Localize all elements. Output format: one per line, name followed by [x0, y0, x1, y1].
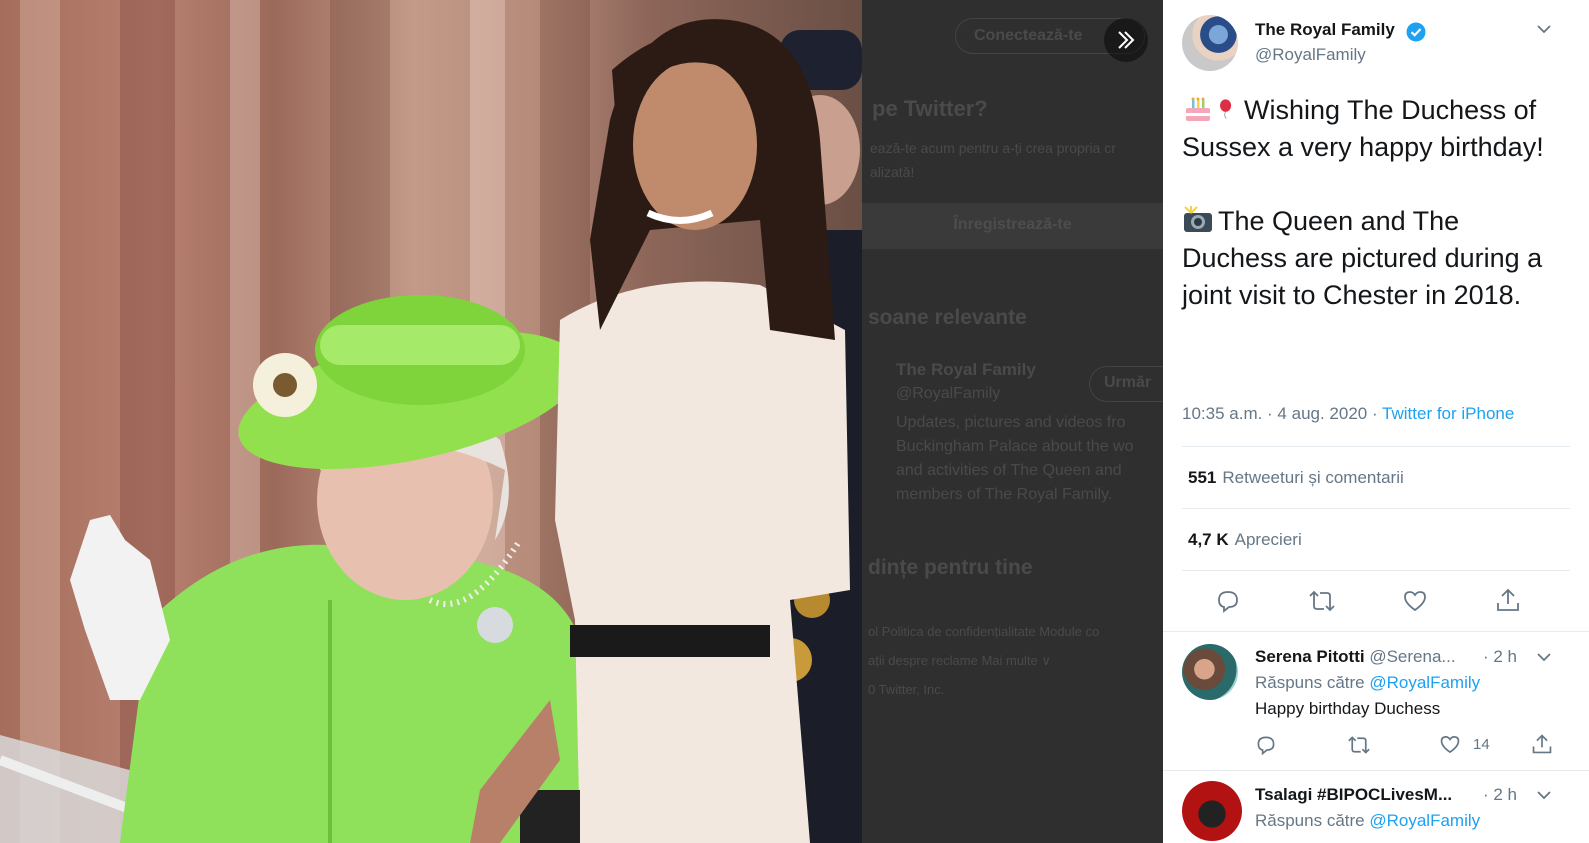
- relevant-people-heading: soane relevante: [868, 306, 1027, 329]
- signup-blurb-1: ează-te acum pentru a-ți crea propria cr: [870, 140, 1116, 156]
- reply-to: Răspuns către @RoyalFamily: [1255, 673, 1480, 693]
- reply-to-handle[interactable]: @RoyalFamily: [1369, 673, 1480, 692]
- reply-author-name[interactable]: Tsalagi #BIPOCLivesM...: [1255, 785, 1452, 805]
- reply-to-label: Răspuns către: [1255, 673, 1365, 692]
- footer-links-1[interactable]: ol Politica de confidențialitate Module …: [868, 624, 1099, 639]
- tweet-text: Wishing The Duchess of Sussex a very hap…: [1182, 92, 1567, 314]
- retweet-icon[interactable]: [1347, 734, 1371, 756]
- bio-line-4: members of The Royal Family.: [896, 486, 1113, 503]
- reply-to-label: Răspuns către: [1255, 811, 1365, 830]
- reply-avatar[interactable]: [1182, 781, 1242, 841]
- reply-to: Răspuns către @RoyalFamily: [1255, 811, 1480, 831]
- bio-line-2: Buckingham Palace about the wo: [896, 438, 1134, 455]
- tweet-meta: 10:35 a.m. · 4 aug. 2020 · Twitter for i…: [1182, 404, 1514, 424]
- reply-item[interactable]: Tsalagi #BIPOCLivesM... · 2 h Răspuns că…: [1163, 771, 1589, 843]
- reply-to-handle[interactable]: @RoyalFamily: [1369, 811, 1480, 830]
- balloon-icon: [1220, 99, 1232, 119]
- suggested-account-name[interactable]: The Royal Family: [896, 360, 1036, 380]
- like-heart-icon[interactable]: [1439, 734, 1461, 755]
- share-icon[interactable]: [1495, 587, 1521, 613]
- chevron-down-icon[interactable]: [1535, 22, 1553, 36]
- tweet-message-photo: The Queen and The Duchess are pictured d…: [1182, 206, 1543, 310]
- tweet-timestamp[interactable]: 10:35 a.m. · 4 aug. 2020 ·: [1182, 404, 1382, 423]
- reply-author-name[interactable]: Serena Pitotti @Serena...: [1255, 647, 1456, 667]
- tweet-detail-panel: The Royal Family @RoyalFamily Wishing Th…: [1163, 0, 1589, 843]
- verified-badge-icon: [1406, 22, 1426, 42]
- reply-item[interactable]: Serena Pitotti @Serena... · 2 h Răspuns …: [1163, 632, 1589, 770]
- like-heart-icon[interactable]: [1402, 589, 1428, 613]
- signup-button[interactable]: Înregistrează-te: [862, 203, 1163, 249]
- author-avatar[interactable]: [1182, 15, 1238, 71]
- retweet-icon[interactable]: [1308, 588, 1336, 614]
- divider: [1182, 570, 1570, 571]
- bio-line-3: and activities of The Queen and: [896, 462, 1122, 479]
- new-to-twitter-heading: pe Twitter?: [872, 96, 988, 121]
- reply-author-name-text: Serena Pitotti: [1255, 647, 1365, 666]
- likes-label: Aprecieri: [1234, 530, 1302, 549]
- reply-avatar[interactable]: [1182, 644, 1238, 700]
- photo-figures: [0, 19, 862, 843]
- signup-blurb-2: alizată!: [870, 164, 915, 180]
- likes-stat[interactable]: 4,7 K Aprecieri: [1188, 530, 1302, 550]
- next-media-button[interactable]: [1104, 18, 1148, 62]
- retweets-label: Retweeturi și comentarii: [1222, 468, 1404, 487]
- birthday-cake-icon: [1186, 97, 1210, 121]
- footer-links-2[interactable]: ații despre reclame Mai multe ∨: [868, 653, 1051, 669]
- footer-copyright: 0 Twitter, Inc.: [868, 682, 945, 697]
- tweet-line-1: Wishing The Duchess of Sussex a very hap…: [1182, 92, 1567, 166]
- share-icon[interactable]: [1531, 733, 1553, 755]
- tweet-photo[interactable]: [0, 0, 862, 843]
- likes-count: 4,7 K: [1188, 530, 1229, 549]
- camera-flash-icon: [1184, 206, 1212, 232]
- chevron-down-icon[interactable]: [1535, 788, 1553, 802]
- tweet-line-2: The Queen and The Duchess are pictured d…: [1182, 203, 1567, 314]
- tweet-source-link[interactable]: Twitter for iPhone: [1382, 404, 1514, 423]
- chevron-down-icon[interactable]: [1535, 650, 1553, 664]
- double-chevron-right-icon: [1118, 31, 1135, 49]
- reply-like-count: 14: [1473, 736, 1490, 753]
- trends-heading: dințe pentru tine: [868, 556, 1033, 579]
- divider: [1182, 508, 1570, 509]
- author-name[interactable]: The Royal Family: [1255, 20, 1395, 40]
- reply-icon[interactable]: [1255, 734, 1277, 756]
- reply-icon[interactable]: [1215, 588, 1241, 614]
- reply-time[interactable]: · 2 h: [1483, 647, 1517, 667]
- media-viewer: Conectează-te pe Twitter? ează-te acum p…: [0, 0, 1163, 843]
- author-handle[interactable]: @RoyalFamily: [1255, 45, 1366, 65]
- reply-body: Happy birthday Duchess: [1255, 699, 1441, 718]
- divider: [1182, 446, 1570, 447]
- retweets-count: 551: [1188, 468, 1217, 487]
- suggested-account-handle: @RoyalFamily: [896, 385, 1001, 402]
- retweets-stat[interactable]: 551 Retweeturi și comentarii: [1188, 468, 1404, 488]
- reply-author-handle: @Serena...: [1369, 647, 1456, 666]
- bio-line-1: Updates, pictures and videos fro: [896, 414, 1126, 431]
- reply-time[interactable]: · 2 h: [1483, 785, 1517, 805]
- follow-button[interactable]: Urmăr: [1089, 366, 1163, 402]
